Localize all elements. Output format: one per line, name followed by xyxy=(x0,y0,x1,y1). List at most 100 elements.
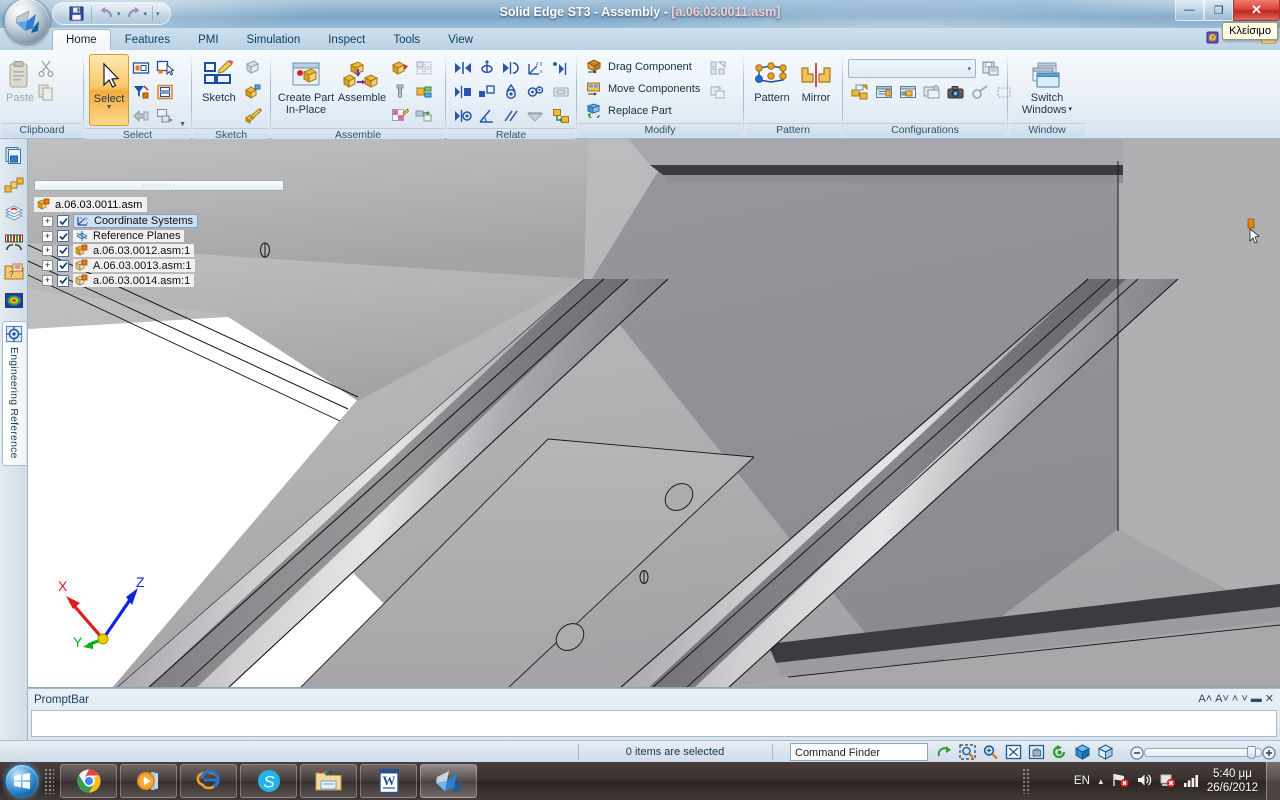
mate-button[interactable] xyxy=(451,56,475,80)
create-part-in-place-button[interactable]: Create Part In-Place xyxy=(276,54,336,116)
sketch-project-button[interactable] xyxy=(241,80,265,104)
zoom-slider[interactable] xyxy=(1130,745,1276,760)
command-finder-input[interactable]: Command Finder xyxy=(790,743,928,761)
increase-font-button[interactable]: A˄ xyxy=(1198,693,1212,705)
family-of-assemblies-button[interactable]: ? xyxy=(3,261,25,283)
panel-grip[interactable]: ·········· xyxy=(34,180,284,191)
minimize-prompt-button[interactable]: ▬ xyxy=(1251,693,1262,705)
select-dropdown-caret[interactable]: ▼ xyxy=(106,104,113,111)
visibility-checkbox[interactable] xyxy=(57,215,69,227)
taskbar-item-internet-explorer[interactable] xyxy=(180,764,237,798)
sketch-edit-button[interactable] xyxy=(241,104,265,128)
visibility-checkbox[interactable] xyxy=(57,244,69,257)
tree-node-label-wrap[interactable]: Reference Planes xyxy=(73,230,185,242)
assemble-relate-button[interactable] xyxy=(549,56,573,80)
signal-button[interactable] xyxy=(1183,772,1200,791)
taskbar-item-solid-edge[interactable] xyxy=(420,764,477,798)
cut-button[interactable] xyxy=(34,56,58,80)
tab-inspect[interactable]: Inspect xyxy=(314,29,379,50)
alternate-assembly-button[interactable] xyxy=(896,82,919,103)
tree-node-label-wrap[interactable]: a.06.03.0012.asm:1 xyxy=(73,244,195,257)
zoom-in-button[interactable] xyxy=(1262,745,1276,760)
zoom-slider-track[interactable] xyxy=(1144,748,1262,757)
prompt-bar-input[interactable] xyxy=(31,710,1277,737)
view-styles-button[interactable] xyxy=(920,82,943,103)
mirror-button[interactable]: Mirror xyxy=(795,54,837,104)
copy-button[interactable] xyxy=(34,80,58,104)
taskbar-item-file-explorer[interactable] xyxy=(300,764,357,798)
close-prompt-button[interactable]: ✕ xyxy=(1265,692,1274,705)
visibility-checkbox[interactable] xyxy=(57,259,69,272)
restore-button[interactable]: ❐ xyxy=(1204,0,1233,21)
rotate-button[interactable] xyxy=(1049,742,1069,762)
tree-node-a0013[interactable]: + A.06.03.0013.asm:1 xyxy=(34,259,284,272)
close-button[interactable]: ✕ xyxy=(1233,0,1280,21)
undo-dropdown-caret[interactable]: ▾ xyxy=(117,10,121,18)
tangent-button[interactable] xyxy=(523,104,547,128)
axial-align-button[interactable] xyxy=(475,56,499,80)
tab-tools[interactable]: Tools xyxy=(379,29,434,50)
taskbar-item-skype[interactable]: S xyxy=(240,764,297,798)
show-hidden-icons-button[interactable]: ▲ xyxy=(1097,777,1105,786)
network-error-button[interactable] xyxy=(1112,772,1129,791)
explode-button[interactable] xyxy=(968,82,991,103)
tab-simulation[interactable]: Simulation xyxy=(233,29,315,50)
sketch-copy-button[interactable] xyxy=(241,56,265,80)
pattern-move-button[interactable] xyxy=(706,56,730,80)
assembly-pattern-button[interactable] xyxy=(412,56,436,80)
tab-features[interactable]: Features xyxy=(111,29,184,50)
visibility-checkbox[interactable] xyxy=(57,230,69,242)
customize-qat-caret[interactable]: ▾ xyxy=(156,10,160,18)
visibility-checkbox[interactable] xyxy=(57,274,69,287)
part-paint-button[interactable] xyxy=(388,104,412,128)
parallel-button[interactable] xyxy=(499,104,523,128)
tree-node-label-wrap[interactable]: A.06.03.0013.asm:1 xyxy=(73,259,196,272)
save-button[interactable] xyxy=(67,4,86,23)
select-set-button[interactable] xyxy=(129,56,153,80)
application-button[interactable] xyxy=(4,0,50,44)
thermal-results-button[interactable] xyxy=(3,290,25,312)
zoom-slider-thumb[interactable] xyxy=(1247,746,1256,759)
angle-button[interactable] xyxy=(475,104,499,128)
taskbar-item-word[interactable]: W xyxy=(360,764,417,798)
3d-viewport[interactable]: X Y Z ·········· a.06.03.0011.asm + z y … xyxy=(28,139,1280,688)
redo-button[interactable] xyxy=(124,4,143,23)
view-orientation-button[interactable] xyxy=(1095,742,1115,762)
select-button[interactable]: Select ▼ xyxy=(89,54,130,126)
tab-view[interactable]: View xyxy=(434,29,487,50)
replace-part-button[interactable]: Replace Part xyxy=(582,100,704,121)
tree-node-label-wrap[interactable]: z y x Coordinate Systems xyxy=(73,214,199,228)
relationship-assistant-button[interactable] xyxy=(549,80,573,104)
expander-icon[interactable]: + xyxy=(42,275,53,286)
zoom-button[interactable] xyxy=(980,742,1000,762)
tree-node-reference-planes[interactable]: + Reference Planes xyxy=(34,230,284,242)
tab-home[interactable]: Home xyxy=(52,29,111,50)
disperse-button[interactable] xyxy=(412,104,436,128)
zones-button[interactable] xyxy=(872,82,895,103)
engineering-reference-tab[interactable]: Engineering Reference xyxy=(1,321,26,466)
tree-node-a0014[interactable]: + a.06.03.0014.asm:1 xyxy=(34,274,284,287)
redo-dropdown-caret[interactable]: ▾ xyxy=(144,10,148,18)
undo-move-button[interactable] xyxy=(706,80,730,104)
start-button[interactable] xyxy=(5,764,39,798)
parts-library-button[interactable] xyxy=(3,174,25,196)
tab-pmi[interactable]: PMI xyxy=(184,29,232,50)
cam-button[interactable] xyxy=(499,80,523,104)
switch-windows-button[interactable]: Switch Windows ▾ xyxy=(1013,54,1081,116)
camera-button[interactable] xyxy=(944,82,967,103)
save-configuration-button[interactable] xyxy=(979,58,1002,79)
drag-component-button[interactable]: Drag Component xyxy=(582,56,704,77)
expander-icon[interactable]: + xyxy=(42,260,53,271)
planar-align-button[interactable] xyxy=(499,56,523,80)
common-views-button[interactable] xyxy=(1072,742,1092,762)
fit-button[interactable] xyxy=(1003,742,1023,762)
assembly-pathfinder-panel[interactable]: ·········· a.06.03.0011.asm + z y x Coor… xyxy=(34,180,284,287)
configuration-combo[interactable]: ▾ xyxy=(848,59,976,78)
move-components-button[interactable]: Move Components xyxy=(582,78,704,99)
connect-button[interactable] xyxy=(475,80,499,104)
show-desktop-button[interactable] xyxy=(1266,762,1280,800)
scroll-up-button[interactable]: ˄ xyxy=(1232,693,1238,705)
sensors-button[interactable] xyxy=(3,232,25,254)
taskbar-clock[interactable]: 5:40 μμ 26/6/2012 xyxy=(1207,767,1258,795)
expander-icon[interactable]: + xyxy=(42,245,53,256)
